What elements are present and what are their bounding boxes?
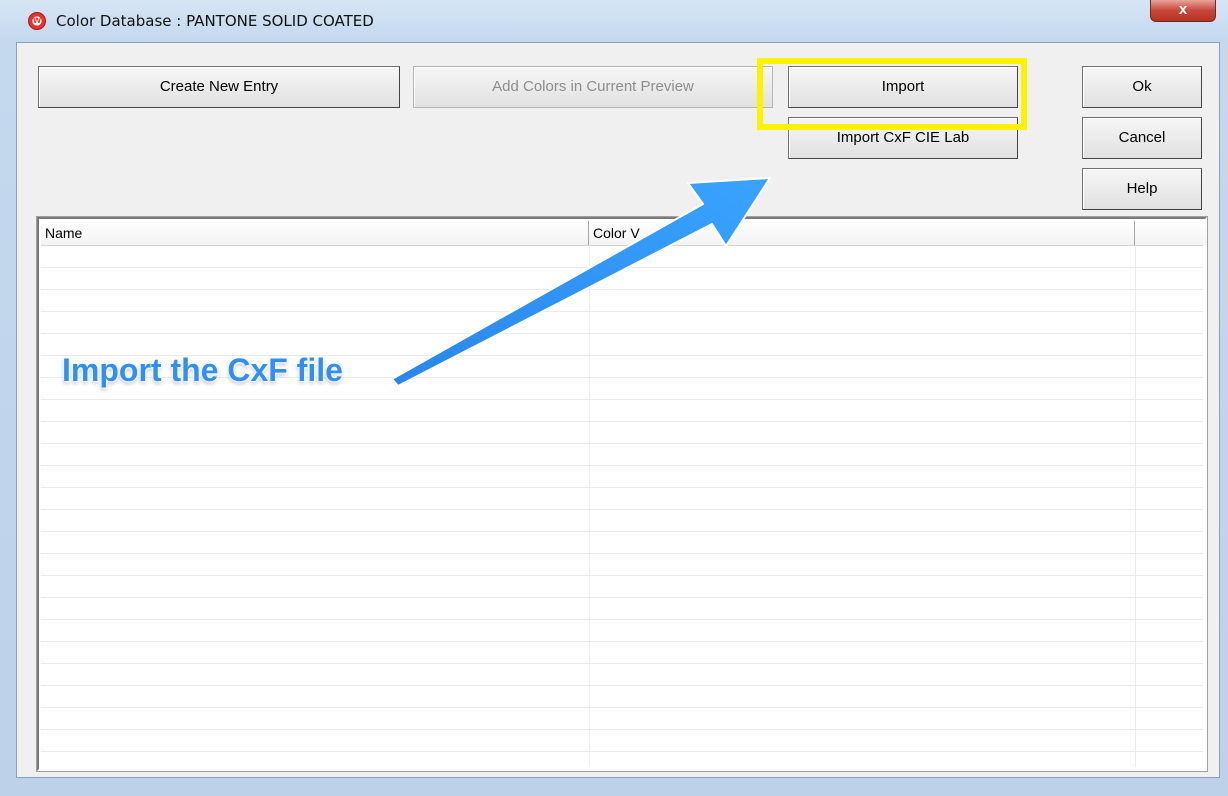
column-header-empty[interactable]	[1135, 221, 1207, 245]
color-database-window: w Color Database : PANTONE SOLID COATED …	[0, 0, 1228, 796]
list-row[interactable]	[41, 268, 1203, 290]
add-colors-in-current-preview-button: Add Colors in Current Preview	[413, 66, 773, 108]
list-row[interactable]	[41, 554, 1203, 576]
list-row[interactable]	[41, 576, 1203, 598]
app-logo-icon: w	[28, 12, 46, 30]
color-list[interactable]: Name Color V	[36, 216, 1208, 772]
list-row[interactable]	[41, 312, 1203, 334]
list-row[interactable]	[41, 422, 1203, 444]
list-row[interactable]	[41, 290, 1203, 312]
list-row[interactable]	[41, 246, 1203, 268]
help-button[interactable]: Help	[1082, 168, 1202, 210]
window-title: Color Database : PANTONE SOLID COATED	[56, 12, 374, 30]
create-new-entry-button[interactable]: Create New Entry	[38, 66, 400, 108]
list-row[interactable]	[41, 510, 1203, 532]
list-rows	[41, 246, 1203, 767]
list-row[interactable]	[41, 598, 1203, 620]
list-row[interactable]	[41, 664, 1203, 686]
column-header-color-value[interactable]: Color V	[589, 221, 1135, 245]
cancel-button[interactable]: Cancel	[1082, 117, 1202, 159]
list-row[interactable]	[41, 620, 1203, 642]
list-row[interactable]	[41, 466, 1203, 488]
list-header: Name Color V	[41, 221, 1207, 246]
list-row[interactable]	[41, 444, 1203, 466]
list-row[interactable]	[41, 488, 1203, 510]
column-header-name[interactable]: Name	[41, 221, 589, 245]
list-row[interactable]	[41, 686, 1203, 708]
list-row[interactable]	[41, 642, 1203, 664]
list-row[interactable]	[41, 400, 1203, 422]
close-window-button[interactable]: x	[1150, 0, 1216, 22]
list-row[interactable]	[41, 730, 1203, 752]
list-row[interactable]	[41, 708, 1203, 730]
ok-button[interactable]: Ok	[1082, 66, 1202, 108]
list-row[interactable]	[41, 752, 1203, 767]
annotation-label: Import the CxF file	[62, 352, 343, 388]
title-bar[interactable]: w Color Database : PANTONE SOLID COATED …	[0, 0, 1228, 42]
list-row[interactable]	[41, 532, 1203, 554]
highlight-box	[757, 58, 1027, 130]
